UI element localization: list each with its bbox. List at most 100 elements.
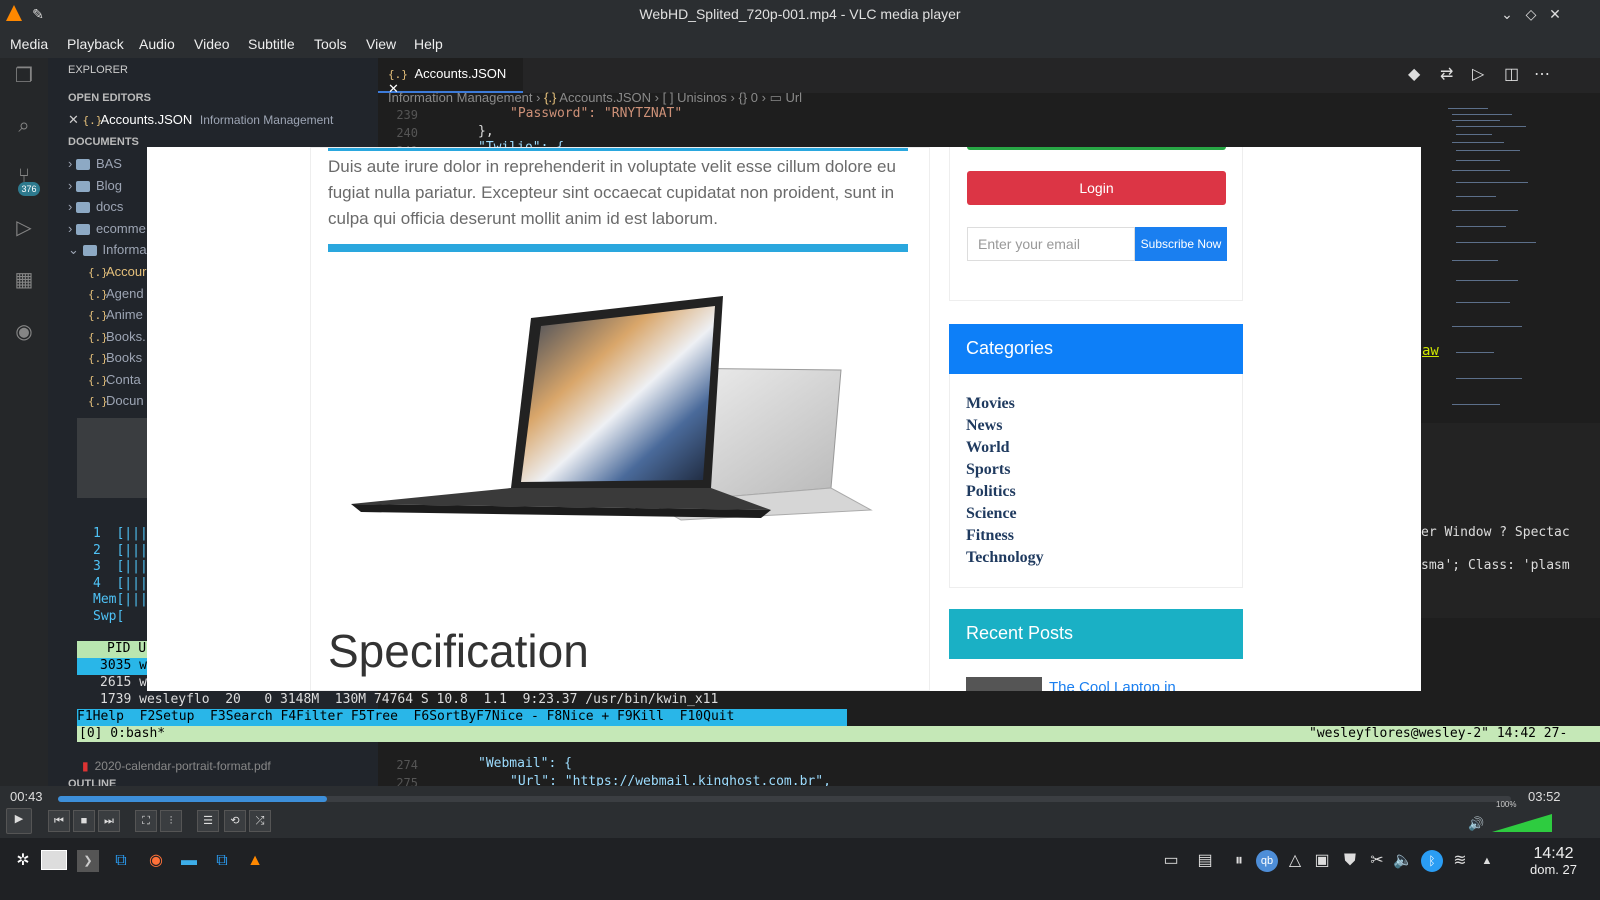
email-input[interactable]: Enter your email — [967, 227, 1135, 261]
menu-audio[interactable]: Audio — [139, 36, 175, 52]
clock-time: 14:42 — [1533, 845, 1574, 862]
clipboard-icon[interactable]: ▤ — [1194, 850, 1216, 872]
seek-bar[interactable] — [58, 796, 1511, 802]
seek-progress — [58, 796, 327, 802]
line-number: 239 — [396, 108, 418, 122]
category-technology[interactable]: Technology — [966, 549, 1044, 567]
video-web-page: Duis aute irure dolor in reprehenderit i… — [147, 147, 1421, 691]
cpu-row-3: 3 [||| — [93, 559, 148, 574]
menu-tools[interactable]: Tools — [314, 36, 347, 52]
subscribe-button[interactable]: Subscribe Now — [1135, 227, 1227, 261]
menu-media[interactable]: Media — [10, 36, 48, 52]
scissors-icon[interactable]: ✂ — [1366, 850, 1388, 872]
terminal-icon[interactable]: ❯ — [77, 850, 99, 872]
menu-subtitle[interactable]: Subtitle — [248, 36, 295, 52]
file-anime: {.}Anime — [88, 307, 143, 322]
menu-playback[interactable]: Playback — [67, 36, 124, 52]
tray-expand-icon[interactable]: ▲ — [1476, 850, 1498, 872]
next-button[interactable]: ⏭ — [98, 810, 120, 832]
shield-icon[interactable]: ⛊ — [1339, 850, 1361, 872]
vscode-icon[interactable]: ⧉ — [110, 850, 132, 872]
stop-button[interactable]: ■ — [73, 810, 95, 832]
line-number: 274 — [396, 758, 418, 772]
file-accounts: {.}Accour — [88, 264, 147, 279]
htop-row-kwin: 1739 wesleyflo 20 0 3148M 130M 74764 S 1… — [100, 692, 719, 707]
category-world[interactable]: World — [966, 439, 1010, 457]
app-launcher-icon[interactable]: ✲ — [12, 850, 34, 872]
folder-blog: › Blog — [68, 178, 122, 193]
fullscreen-button[interactable]: ⛶ — [135, 810, 157, 832]
run-icon: ▷ — [1472, 66, 1485, 83]
maximize-icon[interactable]: ◇ — [1521, 4, 1541, 24]
play-button[interactable]: ▶ — [6, 808, 32, 834]
vlc-title-bar: ✎ WebHD_Splited_720p-001.mp4 - VLC media… — [0, 0, 1600, 29]
folder-ecommerce: › ecomme — [68, 221, 146, 236]
previous-button[interactable]: ⏮ — [48, 810, 70, 832]
login-button[interactable]: Login — [967, 171, 1226, 205]
editor-tab-bar: {.} Accounts.JSON ✕ ◆ ⇄ ▷ ◫ ⋯ — [378, 58, 1600, 96]
cpu-row-4: 4 [||| — [93, 576, 148, 591]
vlc-tray-icon[interactable]: △ — [1284, 850, 1306, 872]
more-icon: ⋯ — [1534, 66, 1550, 83]
activity-bar: ❐ ⌕ ⑂ 376 ▷ ▦ ◉ — [0, 58, 48, 802]
menu-view[interactable]: View — [366, 36, 396, 52]
bluetooth-icon[interactable]: ᛒ — [1421, 850, 1443, 872]
category-movies[interactable]: Movies — [966, 395, 1015, 413]
qbittorrent-icon[interactable]: qb — [1256, 850, 1278, 872]
recent-post-link[interactable]: The Cool Laptop in — [1049, 679, 1176, 691]
open-editor-item: ✕ {.}Accounts.JSON Information Managemen… — [68, 112, 334, 127]
close-icon[interactable]: ✕ — [1545, 4, 1565, 24]
line-number: 240 — [396, 126, 418, 140]
firefox-icon[interactable]: ◉ — [145, 850, 167, 872]
breadcrumb: Information Management › {.} Accounts.JS… — [388, 90, 803, 105]
join-forum-button[interactable] — [967, 147, 1226, 150]
vlc-icon[interactable]: ▲ — [244, 850, 266, 872]
file-books-2: {.}Books — [88, 350, 143, 365]
code-line: "Webmail": { — [478, 756, 572, 771]
category-science[interactable]: Science — [966, 505, 1017, 523]
category-news[interactable]: News — [966, 417, 1002, 435]
category-sports[interactable]: Sports — [966, 461, 1010, 479]
desktop-icon[interactable] — [41, 850, 67, 870]
explorer-title: EXPLORER — [68, 64, 128, 76]
htop-selected-row: 3035 w — [77, 658, 147, 675]
volume-label: 100% — [1496, 800, 1517, 809]
scm-badge: 376 — [18, 182, 40, 196]
file-manager-icon[interactable]: ▬ — [178, 850, 200, 872]
volume-icon[interactable]: 🔊 — [1468, 816, 1484, 832]
desktop: ✎ WebHD_Splited_720p-001.mp4 - VLC media… — [0, 0, 1600, 900]
terminal-side-panel — [1421, 423, 1600, 618]
category-politics[interactable]: Politics — [966, 483, 1016, 501]
tmux-host-clock: "wesleyflores@wesley-2" 14:42 27- — [1309, 726, 1568, 741]
extended-settings-button[interactable]: ⫶ — [160, 810, 182, 832]
category-fitness[interactable]: Fitness — [966, 527, 1014, 545]
terminal-bg — [77, 418, 147, 498]
minimize-icon[interactable]: ⌄ — [1497, 4, 1517, 24]
volume-tray-icon[interactable]: 🔈 — [1392, 850, 1414, 872]
terminal-tray-icon[interactable]: ▣ — [1311, 850, 1333, 872]
time-total: 03:52 — [1528, 789, 1561, 804]
volume-slider[interactable]: 100% — [1490, 800, 1560, 834]
vscode-icon-2[interactable]: ⧉ — [211, 850, 233, 872]
shuffle-button[interactable]: ⤮ — [249, 810, 271, 832]
media-pause-icon[interactable]: ⏸ — [1228, 850, 1250, 872]
tmux-status-bar: [0] 0:bash* "wesleyflores@wesley-2" 14:4… — [77, 726, 1600, 742]
menu-video[interactable]: Video — [194, 36, 230, 52]
file-books: {.}Books. — [88, 329, 146, 344]
show-desktop-icon[interactable]: ▭ — [1160, 850, 1182, 872]
loop-button[interactable]: ⟲ — [224, 810, 246, 832]
menu-help[interactable]: Help — [414, 36, 443, 52]
volume-bar — [1492, 814, 1552, 832]
clock-date: dom. 27 — [1530, 862, 1577, 877]
folder-docs: › docs — [68, 199, 124, 214]
wifi-icon[interactable]: ≋ — [1449, 850, 1471, 872]
article-card: Duis aute irure dolor in reprehenderit i… — [310, 147, 930, 691]
taskbar: ✲ ❯ ⧉ ◉ ▬ ⧉ ▲ ▭ ▤ ⏸ qb △ ▣ ⛊ ✂ 🔈 ᛒ ≋ ▲ 1… — [0, 838, 1600, 900]
clock[interactable]: 14:42 dom. 27 — [1530, 846, 1577, 878]
split-editor-icon: ◫ — [1504, 66, 1520, 83]
article-top-rule — [328, 148, 908, 151]
file-contacts: {.}Conta — [88, 372, 141, 387]
article-divider — [328, 244, 908, 252]
playlist-button[interactable]: ☰ — [197, 810, 219, 832]
git-icon: ◆ — [1408, 66, 1421, 83]
